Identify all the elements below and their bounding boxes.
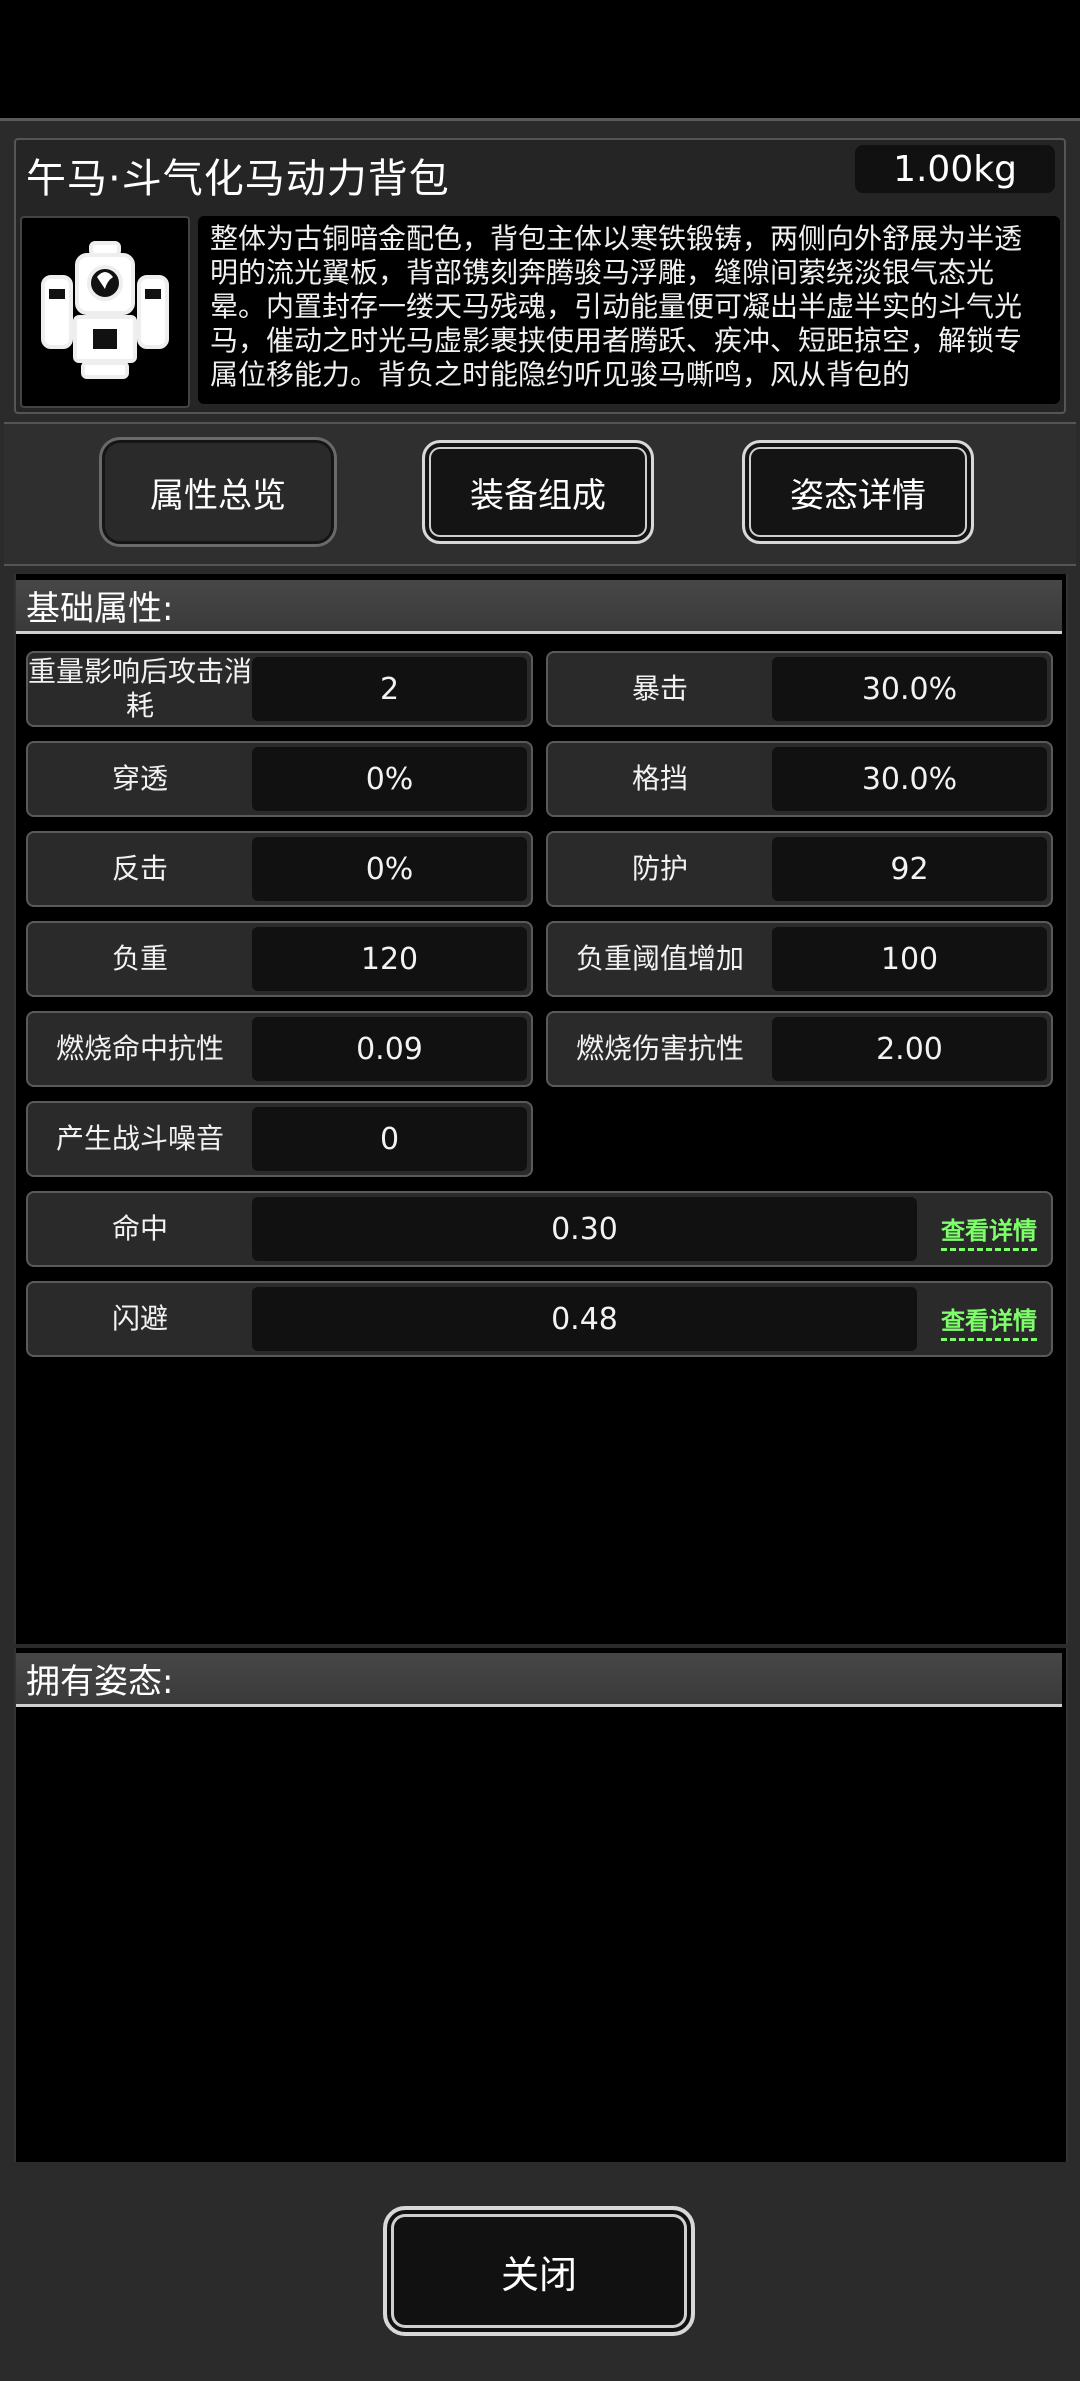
stat-value: 0 — [252, 1107, 527, 1171]
stat-label: 燃烧命中抗性 — [55, 1032, 224, 1065]
stat-label: 负重阈值增加 — [575, 942, 744, 975]
stat-value: 0% — [252, 837, 527, 901]
stat-value: 0.30 — [252, 1197, 917, 1261]
stat-value: 0.48 — [252, 1287, 917, 1351]
stat-label: 负重 — [111, 942, 168, 975]
stat-value: 2 — [252, 657, 527, 721]
stat-combat-noise: 产生战斗噪音 0 — [26, 1101, 533, 1177]
stat-label: 命中 — [111, 1212, 168, 1245]
stat-label: 重量影响后攻击消耗 — [28, 655, 253, 722]
stat-label: 反击 — [111, 852, 168, 885]
stat-label: 燃烧伤害抗性 — [575, 1032, 744, 1065]
stat-label: 防护 — [631, 852, 688, 885]
stat-block: 格挡 30.0% — [546, 741, 1053, 817]
item-name: 午马·斗气化马动力背包 — [26, 156, 450, 202]
view-details-link[interactable]: 查看详情 — [941, 1301, 1037, 1341]
stance-section-title: 拥有姿态: — [16, 1653, 1062, 1707]
tab-attribute-overview[interactable]: 属性总览 — [102, 440, 334, 544]
stat-load: 负重 120 — [26, 921, 533, 997]
mech-backpack-icon — [20, 216, 190, 408]
stat-value: 30.0% — [772, 747, 1047, 811]
stat-label: 格挡 — [631, 762, 688, 795]
stat-value: 30.0% — [772, 657, 1047, 721]
tab-stance-details[interactable]: 姿态详情 — [742, 440, 974, 544]
tab-equipment-composition[interactable]: 装备组成 — [422, 440, 654, 544]
stat-value: 0.09 — [252, 1017, 527, 1081]
item-weight: 1.00kg — [855, 145, 1055, 193]
stat-hit: 命中 0.30 查看详情 — [26, 1191, 1053, 1267]
view-details-link[interactable]: 查看详情 — [941, 1211, 1037, 1251]
close-button[interactable]: 关闭 — [383, 2206, 695, 2336]
stat-label: 闪避 — [111, 1302, 168, 1335]
stat-crit: 暴击 30.0% — [546, 651, 1053, 727]
stat-value: 92 — [772, 837, 1047, 901]
stat-value: 100 — [772, 927, 1047, 991]
stat-value: 120 — [252, 927, 527, 991]
stat-counter: 反击 0% — [26, 831, 533, 907]
stat-label: 暴击 — [631, 672, 688, 705]
stat-attack-cost: 重量影响后攻击消耗 2 — [26, 651, 533, 727]
stat-label: 穿透 — [111, 762, 168, 795]
stat-dodge: 闪避 0.48 查看详情 — [26, 1281, 1053, 1357]
stat-label: 产生战斗噪音 — [55, 1122, 224, 1155]
stat-burn-damage-resist: 燃烧伤害抗性 2.00 — [546, 1011, 1053, 1087]
base-attributes-title: 基础属性: — [16, 580, 1062, 634]
stat-protection: 防护 92 — [546, 831, 1053, 907]
stance-section — [14, 1648, 1068, 2162]
stat-burn-hit-resist: 燃烧命中抗性 0.09 — [26, 1011, 533, 1087]
item-description: 整体为古铜暗金配色，背包主体以寒铁锻铸，两侧向外舒展为半透明的流光翼板，背部镌刻… — [198, 216, 1060, 404]
stat-value: 0% — [252, 747, 527, 811]
stat-load-threshold: 负重阈值增加 100 — [546, 921, 1053, 997]
stat-penetration: 穿透 0% — [26, 741, 533, 817]
stat-value: 2.00 — [772, 1017, 1047, 1081]
